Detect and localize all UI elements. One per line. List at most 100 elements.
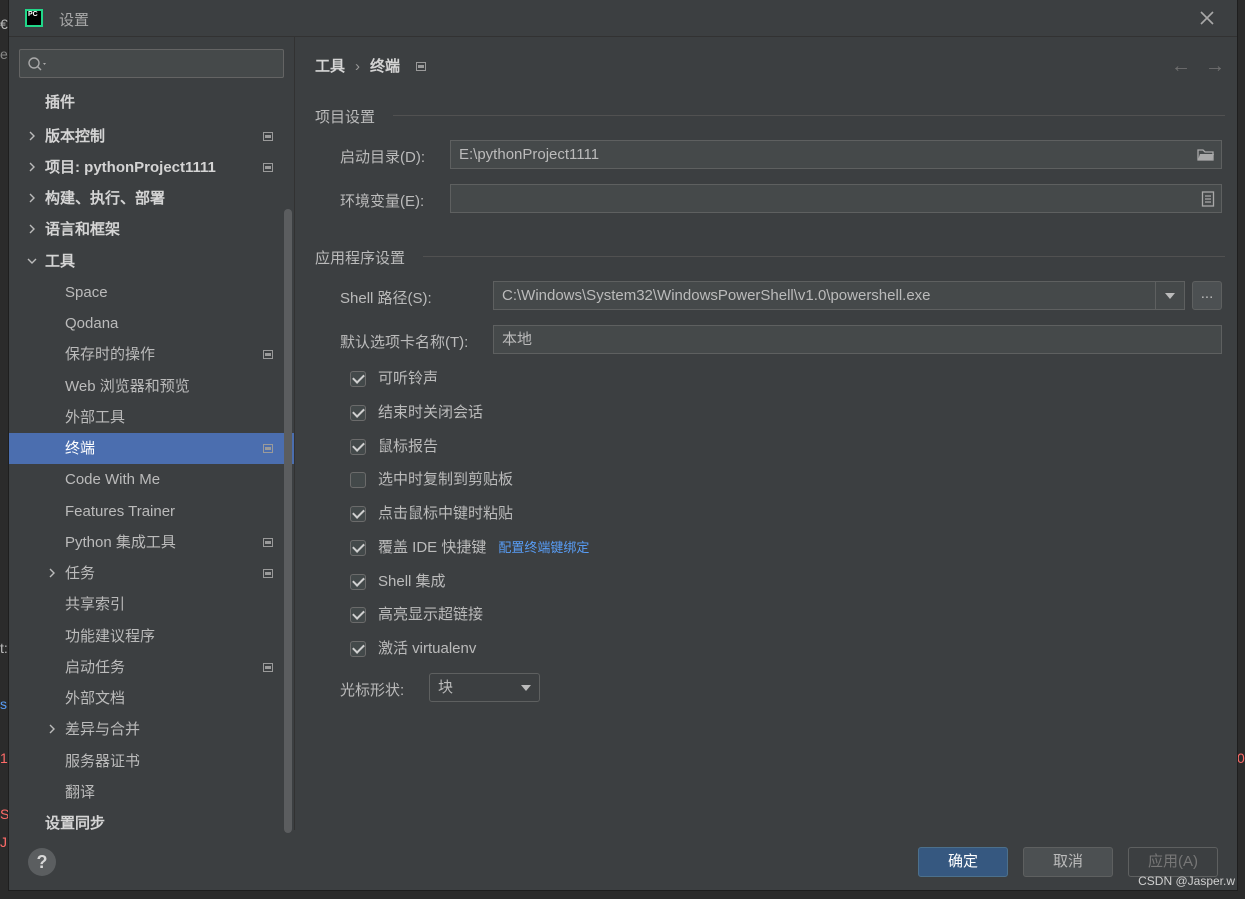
sidebar-item-languages[interactable]: 语言和框架 [9, 214, 294, 245]
shell-path-label: Shell 路径(S): [340, 290, 432, 307]
title-bar: PC 设置 [9, 0, 1237, 37]
nav-arrows: ← → [1157, 55, 1225, 78]
chevron-right-icon[interactable] [27, 224, 37, 234]
sidebar-item-terminal[interactable]: 终端 [9, 433, 294, 464]
chevron-down-icon[interactable] [27, 256, 37, 266]
sidebar-item-web-browsers[interactable]: Web 浏览器和预览 [9, 371, 294, 402]
checkbox[interactable] [350, 439, 366, 455]
sidebar-item-external-docs[interactable]: 外部文档 [9, 683, 294, 714]
dropdown-arrow-icon[interactable] [1155, 282, 1184, 309]
checkbox[interactable] [350, 371, 366, 387]
project-level-icon [263, 350, 273, 359]
chevron-right-icon[interactable] [27, 162, 37, 172]
search-input[interactable] [19, 49, 284, 78]
watermark: CSDN @Jasper.w [1138, 874, 1235, 888]
sidebar-item-label: 版本控制 [45, 128, 106, 145]
sidebar-item-qodana[interactable]: Qodana [9, 308, 294, 339]
sidebar-item-label: Code With Me [65, 471, 161, 488]
sidebar-item-label: 差异与合并 [65, 721, 141, 738]
sidebar-item-plugins[interactable]: 插件 [9, 87, 294, 118]
start-dir-field[interactable]: E:\pythonProject1111 [450, 140, 1222, 169]
checkbox[interactable] [350, 574, 366, 590]
window-title: 设置 [59, 12, 90, 29]
chevron-right-icon[interactable] [47, 568, 57, 578]
section-title-project: 项目设置 [315, 109, 376, 126]
sidebar-item-tools[interactable]: 工具 [9, 246, 294, 277]
back-arrow-icon[interactable]: ← [1171, 55, 1191, 77]
tab-name-label: 默认选项卡名称(T): [340, 334, 469, 351]
sidebar-item-space[interactable]: Space [9, 277, 294, 308]
cancel-button[interactable]: 取消 [1023, 847, 1113, 877]
settings-sidebar: 插件 版本控制 项目: pythonProject1111 构建、执行、部署 语… [9, 37, 294, 833]
sidebar-item-label: Space [65, 284, 108, 301]
chevron-right-icon[interactable] [47, 724, 57, 734]
checkbox-label: 可听铃声 [378, 370, 439, 387]
sidebar-item-translation[interactable]: 翻译 [9, 777, 294, 808]
sidebar-item-settings-sync[interactable]: 设置同步 [9, 808, 294, 839]
sidebar-item-shared-indexes[interactable]: 共享索引 [9, 589, 294, 620]
checkbox[interactable] [350, 641, 366, 657]
project-level-icon [263, 538, 273, 547]
sidebar-item-vcs[interactable]: 版本控制 [9, 121, 294, 152]
sidebar-item-server-certs[interactable]: 服务器证书 [9, 746, 294, 777]
shell-path-value: C:\Windows\System32\WindowsPowerShell\v1… [502, 287, 931, 304]
checkbox-label: 高亮显示超链接 [378, 606, 484, 623]
background-fragment: t: [0, 640, 8, 656]
cursor-shape-select[interactable]: 块 [429, 673, 540, 702]
breadcrumb-parent[interactable]: 工具 [315, 58, 345, 75]
checkbox-label: 选中时复制到剪贴板 [378, 471, 514, 488]
apply-button[interactable]: 应用(A) [1128, 847, 1218, 877]
checkbox[interactable] [350, 540, 366, 556]
chevron-right-icon[interactable] [27, 131, 37, 141]
shell-path-combo[interactable]: C:\Windows\System32\WindowsPowerShell\v1… [493, 281, 1185, 310]
sidebar-item-python-tools[interactable]: Python 集成工具 [9, 527, 294, 558]
sidebar-item-features-trainer[interactable]: Features Trainer [9, 496, 294, 527]
checkbox-label-text: 覆盖 IDE 快捷键 [378, 539, 487, 556]
sidebar-item-label: 终端 [65, 440, 96, 457]
background-fragment: € [0, 16, 8, 32]
section-divider [393, 115, 1225, 116]
sidebar-item-external-tools[interactable]: 外部工具 [9, 402, 294, 433]
forward-arrow-icon[interactable]: → [1205, 55, 1225, 77]
checkbox-label: 鼠标报告 [378, 438, 439, 455]
checkbox[interactable] [350, 472, 366, 488]
project-level-icon [263, 163, 273, 172]
checkbox-label: 激活 virtualenv [378, 640, 477, 657]
sidebar-item-label: 外部工具 [65, 409, 126, 426]
sidebar-item-save-actions[interactable]: 保存时的操作 [9, 339, 294, 370]
background-fragment: S [0, 806, 10, 822]
tab-name-field[interactable]: 本地 [493, 325, 1222, 354]
checkbox[interactable] [350, 607, 366, 623]
cursor-shape-label: 光标形状: [340, 682, 405, 699]
settings-dialog: PC 设置 插件 版本控制 项目: pythonProject1111 构建、执… [9, 0, 1237, 890]
sidebar-item-feature-suggester[interactable]: 功能建议程序 [9, 621, 294, 652]
sidebar-item-build[interactable]: 构建、执行、部署 [9, 183, 294, 214]
help-button[interactable]: ? [28, 848, 56, 876]
sidebar-item-code-with-me[interactable]: Code With Me [9, 464, 294, 495]
sidebar-item-tasks[interactable]: 任务 [9, 558, 294, 589]
sidebar-item-label: 共享索引 [65, 596, 126, 613]
sidebar-item-diff-merge[interactable]: 差异与合并 [9, 714, 294, 745]
chevron-right-icon[interactable] [27, 193, 37, 203]
env-vars-label: 环境变量(E): [340, 193, 425, 210]
edit-list-icon[interactable] [1201, 191, 1215, 207]
start-dir-value: E:\pythonProject1111 [459, 146, 600, 163]
sidebar-scrollbar[interactable] [284, 209, 292, 833]
close-icon[interactable] [1197, 8, 1217, 28]
project-level-icon [416, 62, 427, 71]
configure-keybindings-link[interactable]: 配置终端键绑定 [498, 540, 589, 555]
checkbox[interactable] [350, 405, 366, 421]
sidebar-item-project[interactable]: 项目: pythonProject1111 [9, 152, 294, 183]
checkbox-label: 结束时关闭会话 [378, 404, 484, 421]
folder-icon[interactable] [1197, 147, 1215, 162]
browse-button[interactable]: ... [1192, 281, 1222, 310]
sidebar-item-startup-tasks[interactable]: 启动任务 [9, 652, 294, 683]
checkbox[interactable] [350, 506, 366, 522]
breadcrumb: 工具 › 终端 [315, 55, 427, 76]
background-fragment: 0 [1237, 750, 1245, 766]
ok-button[interactable]: 确定 [918, 847, 1008, 877]
env-vars-field[interactable] [450, 184, 1222, 213]
tab-name-value: 本地 [502, 331, 533, 348]
sidebar-item-label: Python 集成工具 [65, 534, 176, 551]
sidebar-item-label: 翻译 [65, 784, 96, 801]
